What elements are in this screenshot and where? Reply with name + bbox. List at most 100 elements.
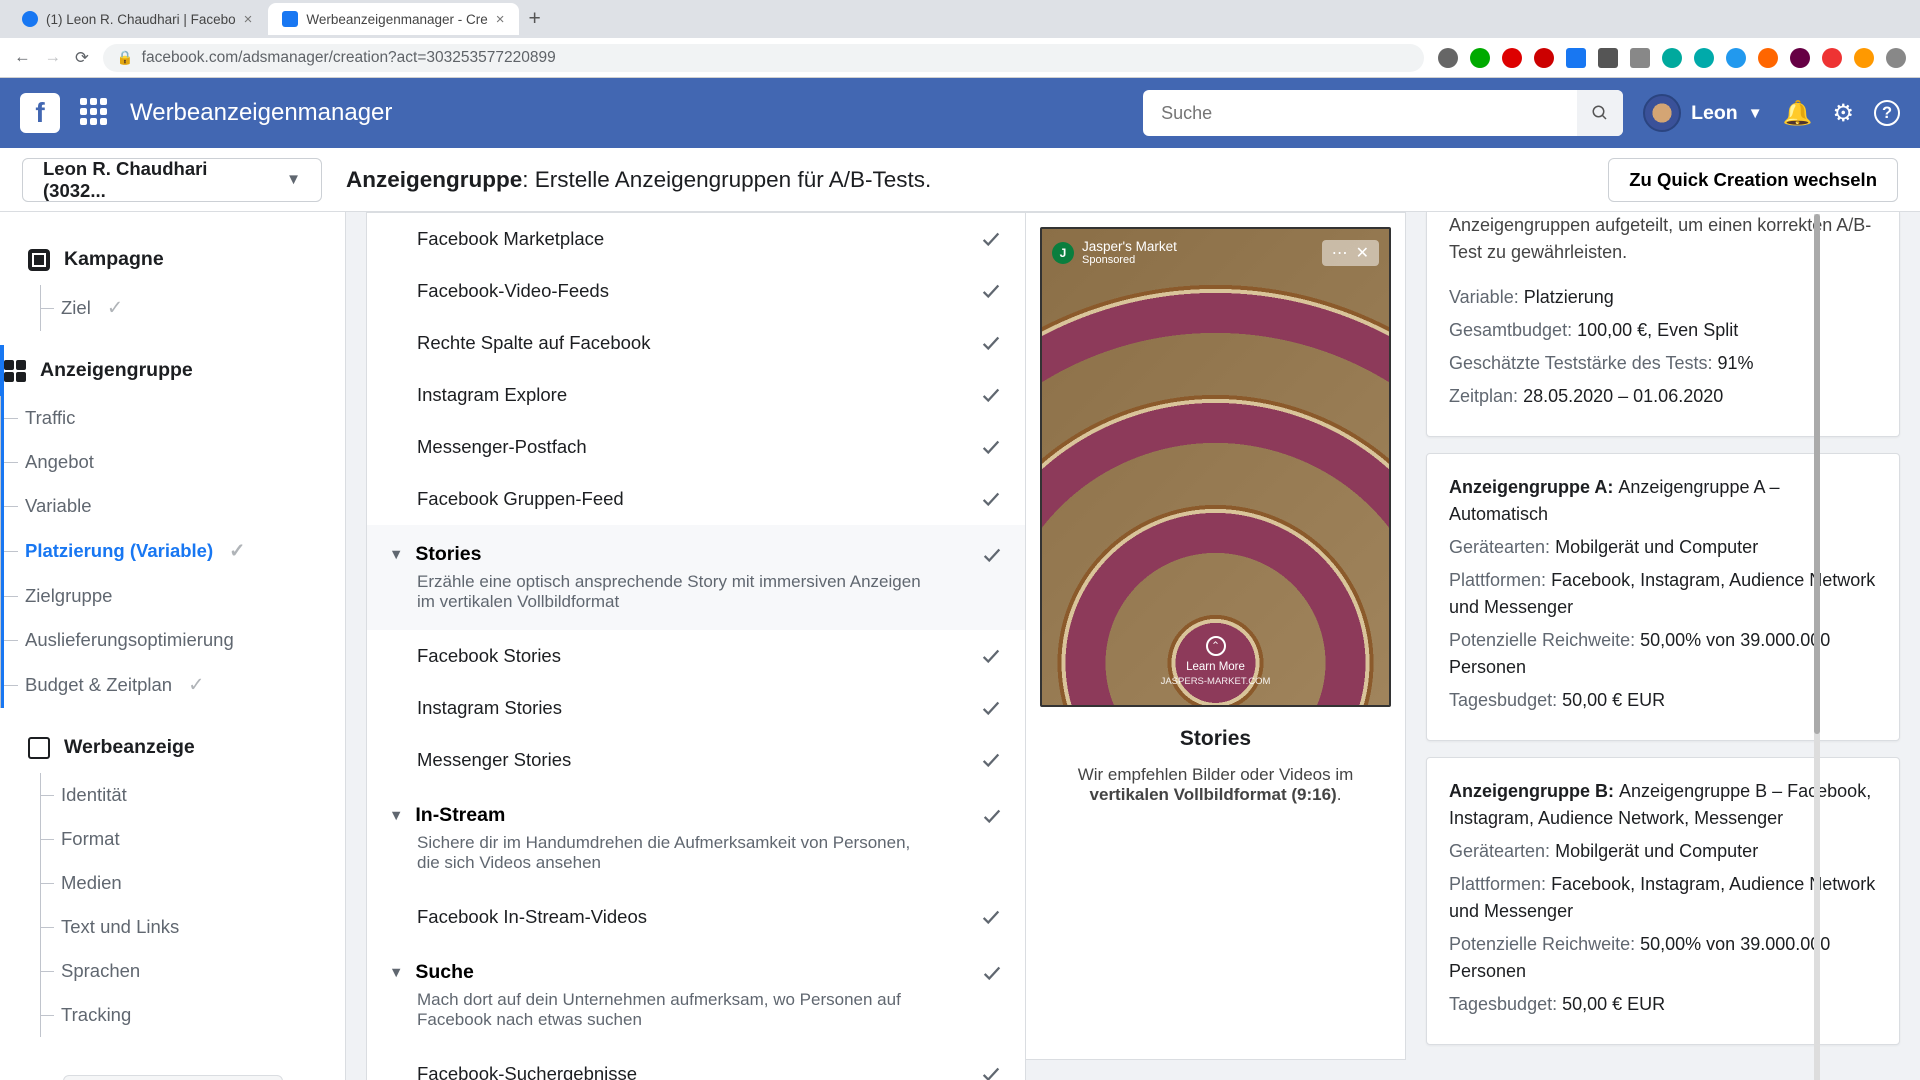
reload-icon[interactable]: ⟳ [75, 48, 89, 68]
extension-icon[interactable] [1790, 48, 1810, 68]
apps-menu-icon[interactable] [80, 98, 110, 128]
sidebar-head-anzeigengruppe[interactable]: Anzeigengruppe [0, 345, 345, 396]
preview-column: J Jasper's MarketSponsored ⋯✕ ⌃ Learn Mo… [1026, 212, 1406, 1060]
placement-item[interactable]: Instagram Explore [367, 369, 1025, 421]
placement-item[interactable]: Instagram Stories [367, 682, 1025, 734]
search-button[interactable] [1577, 90, 1623, 136]
adgroup-summary-box: Anzeigengruppe A: Anzeigengruppe A – Aut… [1426, 453, 1900, 741]
sidebar-item-angebot[interactable]: Angebot [5, 440, 345, 484]
new-tab-button[interactable]: + [529, 7, 541, 31]
check-icon [979, 487, 1003, 511]
group-title: In-Stream [415, 804, 969, 827]
facebook-header: f Werbeanzeigenmanager Leon ▼ 🔔 ⚙ ? [0, 78, 1920, 148]
notifications-icon[interactable]: 🔔 [1783, 99, 1813, 128]
extension-icon[interactable] [1726, 48, 1746, 68]
close-icon[interactable]: × [244, 11, 253, 28]
domain-label: JASPERS-MARKET.COM [1042, 676, 1389, 687]
check-icon [979, 383, 1003, 407]
brand-name: Jasper's Market [1082, 239, 1177, 254]
sidebar-item-platzierung[interactable]: Platzierung (Variable)✓ [5, 528, 345, 574]
extension-icon[interactable] [1822, 48, 1842, 68]
help-icon[interactable]: ? [1874, 100, 1900, 126]
summary-column: Anzeigengruppen aufgeteilt, um einen kor… [1406, 212, 1900, 1060]
extension-icon[interactable] [1694, 48, 1714, 68]
placement-item[interactable]: Messenger-Postfach [367, 421, 1025, 473]
sidebar-item-auslieferung[interactable]: Auslieferungsoptimierung [5, 618, 345, 662]
group-description: Mach dort auf dein Unternehmen aufmerksa… [389, 984, 929, 1040]
placement-label: Facebook-Suchergebnisse [389, 1063, 979, 1080]
placement-label: Facebook In-Stream-Videos [389, 906, 979, 928]
extension-icon[interactable] [1758, 48, 1778, 68]
browser-tab[interactable]: (1) Leon R. Chaudhari | Facebo × [8, 3, 266, 35]
test-summary-box: Anzeigengruppen aufgeteilt, um einen kor… [1426, 212, 1900, 437]
lock-icon: 🔒 [117, 50, 134, 66]
extension-icon[interactable] [1534, 48, 1554, 68]
sidebar-item-traffic[interactable]: Traffic [5, 396, 345, 440]
group-title: Suche [415, 961, 969, 984]
forward-icon[interactable]: → [45, 48, 62, 67]
back-icon[interactable]: ← [14, 48, 31, 67]
sidebar-item-sprachen[interactable]: Sprachen [41, 949, 345, 993]
sidebar-item-variable[interactable]: Variable [5, 484, 345, 528]
check-icon: ✓ [229, 539, 245, 563]
placement-group-head[interactable]: ▼In-Stream Sichere dir im Handumdrehen d… [367, 786, 1025, 891]
extension-icon[interactable] [1470, 48, 1490, 68]
anzeigengruppe-icon [4, 360, 26, 382]
placement-item[interactable]: Facebook Stories [367, 630, 1025, 682]
check-icon [979, 227, 1003, 251]
check-icon [979, 644, 1003, 668]
sponsored-label: Sponsored [1082, 254, 1135, 266]
settings-gear-icon[interactable]: ⚙ [1832, 99, 1854, 128]
placement-item[interactable]: Rechte Spalte auf Facebook [367, 317, 1025, 369]
sidebar-item-tracking[interactable]: Tracking [41, 993, 345, 1037]
extension-icon[interactable] [1886, 48, 1906, 68]
placement-item[interactable]: Messenger Stories [367, 734, 1025, 786]
placement-group-head[interactable]: ▼Suche Mach dort auf dein Unternehmen au… [367, 943, 1025, 1048]
sidebar-item-zielgruppe[interactable]: Zielgruppe [5, 574, 345, 618]
sidebar-item-format[interactable]: Format [41, 817, 345, 861]
account-selector[interactable]: Leon R. Chaudhari (3032... ▼ [22, 158, 322, 202]
browser-tab[interactable]: Werbeanzeigenmanager - Cre × [268, 3, 518, 35]
placement-group-head[interactable]: ▼Stories Erzähle eine optisch ansprechen… [367, 525, 1025, 630]
page-title-bold: Anzeigengruppe [346, 167, 522, 192]
sidebar-item-medien[interactable]: Medien [41, 861, 345, 905]
sidebar-item-budget[interactable]: Budget & Zeitplan✓ [5, 662, 345, 708]
sidebar-section-kampagne: Kampagne Ziel✓ [0, 234, 345, 331]
sidebar-item-ziel[interactable]: Ziel✓ [41, 285, 345, 331]
check-icon: ✓ [107, 296, 123, 320]
placement-item[interactable]: Facebook In-Stream-Videos [367, 891, 1025, 943]
sidebar-item-text-links[interactable]: Text und Links [41, 905, 345, 949]
close-button[interactable]: Schließen [63, 1075, 283, 1080]
facebook-logo-icon[interactable]: f [20, 93, 60, 133]
url-field[interactable]: 🔒 facebook.com/adsmanager/creation?act=3… [103, 44, 1424, 72]
check-icon [981, 962, 1003, 984]
sidebar-label: Werbeanzeige [64, 736, 195, 759]
extension-icon[interactable] [1598, 48, 1618, 68]
placement-item[interactable]: Facebook-Suchergebnisse [367, 1048, 1025, 1080]
user-menu[interactable]: Leon ▼ [1643, 94, 1762, 132]
sidebar-head-werbeanzeige[interactable]: Werbeanzeige [0, 722, 345, 773]
close-icon[interactable]: ✕ [1356, 243, 1369, 263]
sidebar-head-kampagne[interactable]: Kampagne [0, 234, 345, 285]
sidebar-item-identitaet[interactable]: Identität [41, 773, 345, 817]
placement-item[interactable]: Facebook Gruppen-Feed [367, 473, 1025, 525]
more-icon[interactable]: ⋯ [1332, 243, 1348, 263]
quick-creation-button[interactable]: Zu Quick Creation wechseln [1608, 158, 1898, 202]
extension-icon[interactable] [1502, 48, 1522, 68]
extension-icon[interactable] [1854, 48, 1874, 68]
extension-icon[interactable] [1438, 48, 1458, 68]
check-icon: ✓ [188, 673, 204, 697]
account-name: Leon R. Chaudhari (3032... [43, 158, 272, 202]
scrollbar[interactable] [1814, 214, 1820, 1080]
extension-icon[interactable] [1566, 48, 1586, 68]
chevron-down-icon: ▼ [1748, 105, 1763, 122]
browser-tab-bar: (1) Leon R. Chaudhari | Facebo × Werbean… [0, 0, 1920, 38]
summary-intro: Anzeigengruppen aufgeteilt, um einen kor… [1449, 212, 1877, 266]
placement-label: Messenger Stories [389, 749, 979, 771]
extension-icon[interactable] [1662, 48, 1682, 68]
search-input[interactable] [1143, 103, 1577, 124]
extension-icon[interactable] [1630, 48, 1650, 68]
close-icon[interactable]: × [496, 11, 505, 28]
placement-item[interactable]: Facebook-Video-Feeds [367, 265, 1025, 317]
placement-item[interactable]: Facebook Marketplace [367, 213, 1025, 265]
